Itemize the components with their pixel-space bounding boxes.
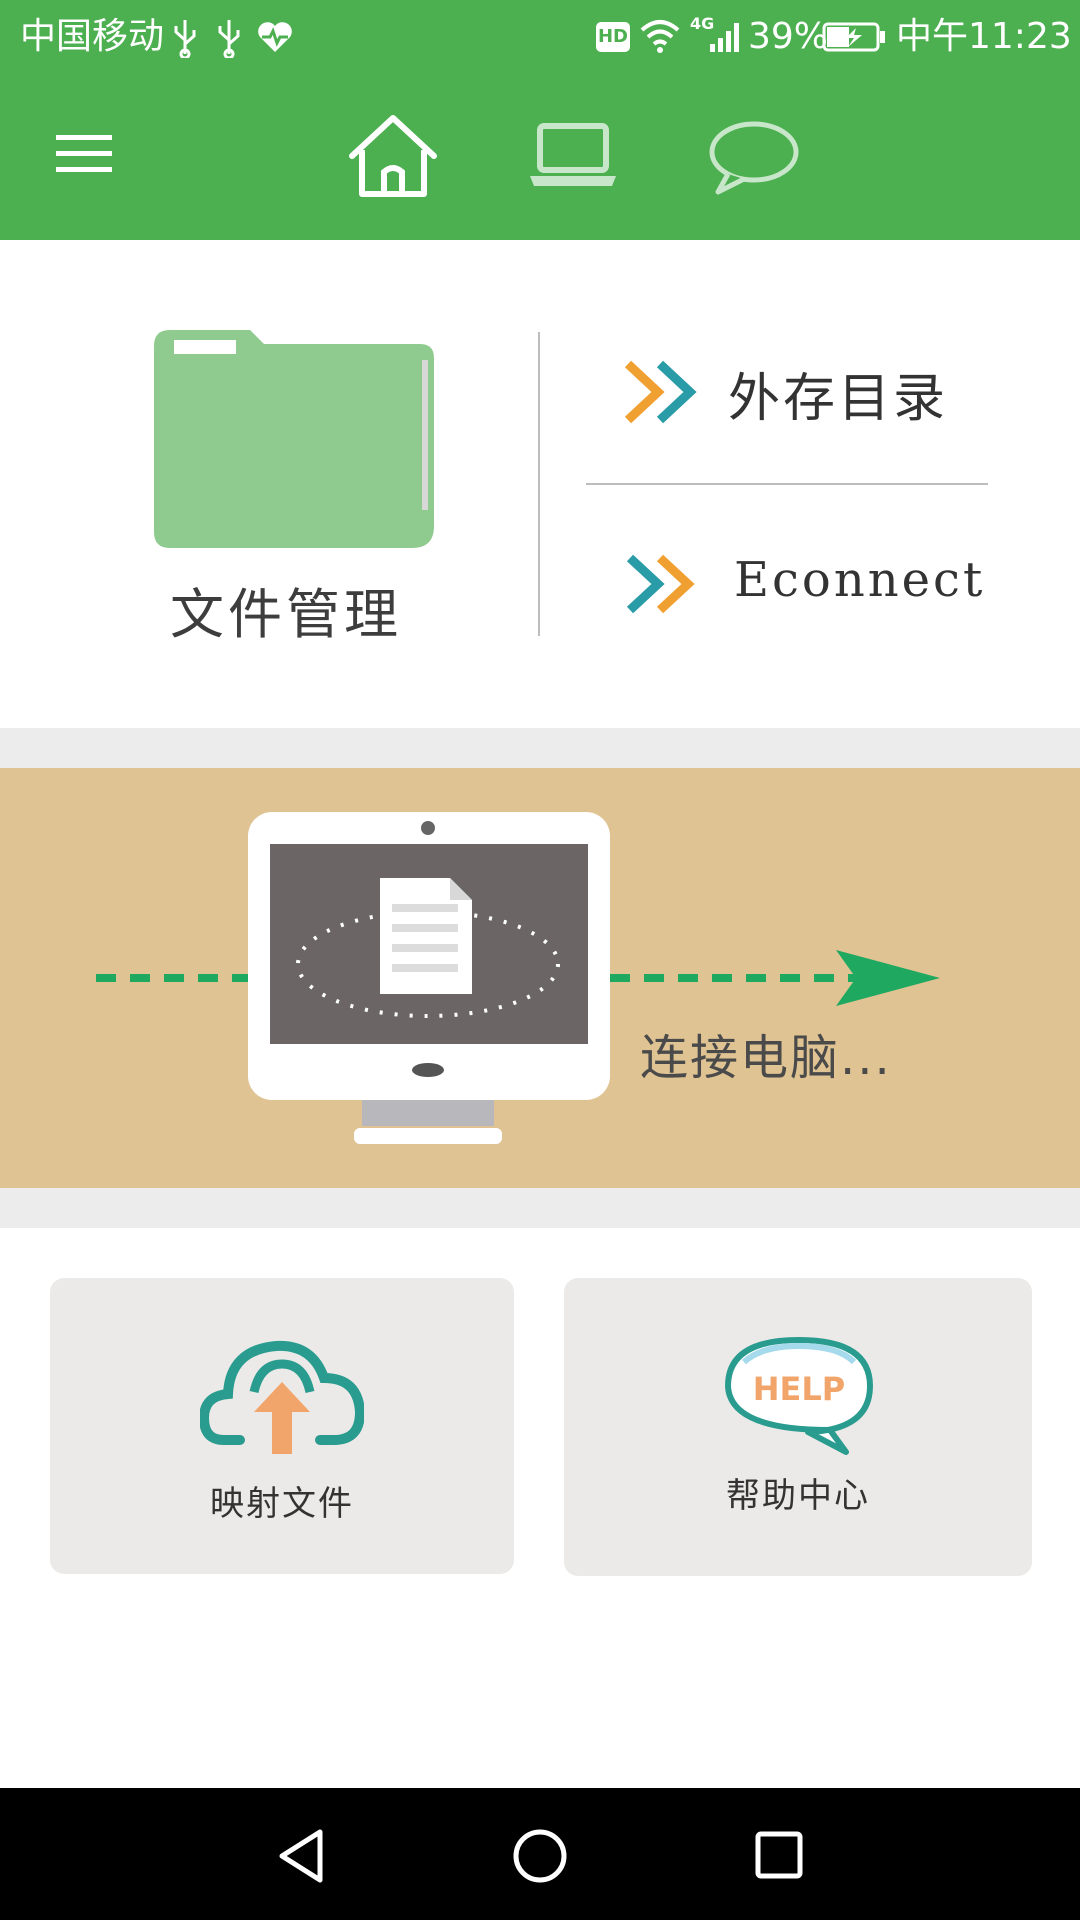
chat-bubble-icon[interactable] — [706, 118, 800, 198]
recents-icon[interactable] — [754, 1830, 804, 1880]
wifi-icon — [640, 20, 680, 53]
link-divider — [586, 483, 988, 485]
hamburger-menu-icon[interactable] — [54, 132, 114, 176]
battery-charging-icon — [822, 22, 885, 52]
status-bar: 中国移动 HD 4G 39% 中午11:23 — [0, 0, 1080, 74]
external-storage-label: 外存目录 — [728, 369, 949, 429]
connect-illustration — [96, 812, 940, 1144]
map-files-card[interactable]: 映射文件 — [50, 1278, 514, 1574]
signal-icon — [710, 23, 739, 52]
system-nav-bar — [0, 1788, 1080, 1920]
external-storage-link[interactable]: 外存目录 — [620, 344, 980, 444]
econnect-link[interactable]: Econnect — [620, 540, 982, 630]
connect-pc-text: 连接电脑... — [640, 1030, 892, 1086]
home-icon[interactable] — [346, 114, 440, 198]
map-files-label: 映射文件 — [210, 1484, 354, 1524]
carrier-name: 中国移动 — [20, 16, 165, 57]
vertical-divider — [538, 332, 540, 636]
econnect-label: Econnect — [734, 552, 986, 608]
clock: 中午11:23 — [896, 16, 1072, 57]
folder-icon — [154, 330, 434, 548]
battery-percent: 39% — [748, 16, 829, 57]
double-chevron-icon — [624, 360, 697, 424]
home-nav-icon[interactable] — [512, 1828, 568, 1884]
usb-icon — [218, 20, 240, 58]
heart-pulse-icon — [258, 22, 292, 52]
back-icon[interactable] — [276, 1828, 326, 1884]
connect-pc-banner[interactable] — [0, 768, 1080, 1188]
help-icon-text: HELP — [752, 1370, 846, 1408]
help-center-card[interactable]: HELP 帮助中心 — [564, 1278, 1032, 1576]
cloud-upload-icon — [200, 1340, 364, 1454]
laptop-icon[interactable] — [526, 122, 620, 190]
file-manager-tile[interactable] — [150, 326, 440, 552]
hd-badge: HD — [596, 22, 630, 52]
file-manager-label: 文件管理 — [170, 583, 402, 646]
help-center-label: 帮助中心 — [726, 1476, 870, 1516]
usb-icon — [174, 20, 196, 58]
top-app-bar — [0, 74, 1080, 240]
double-chevron-icon — [626, 554, 695, 614]
